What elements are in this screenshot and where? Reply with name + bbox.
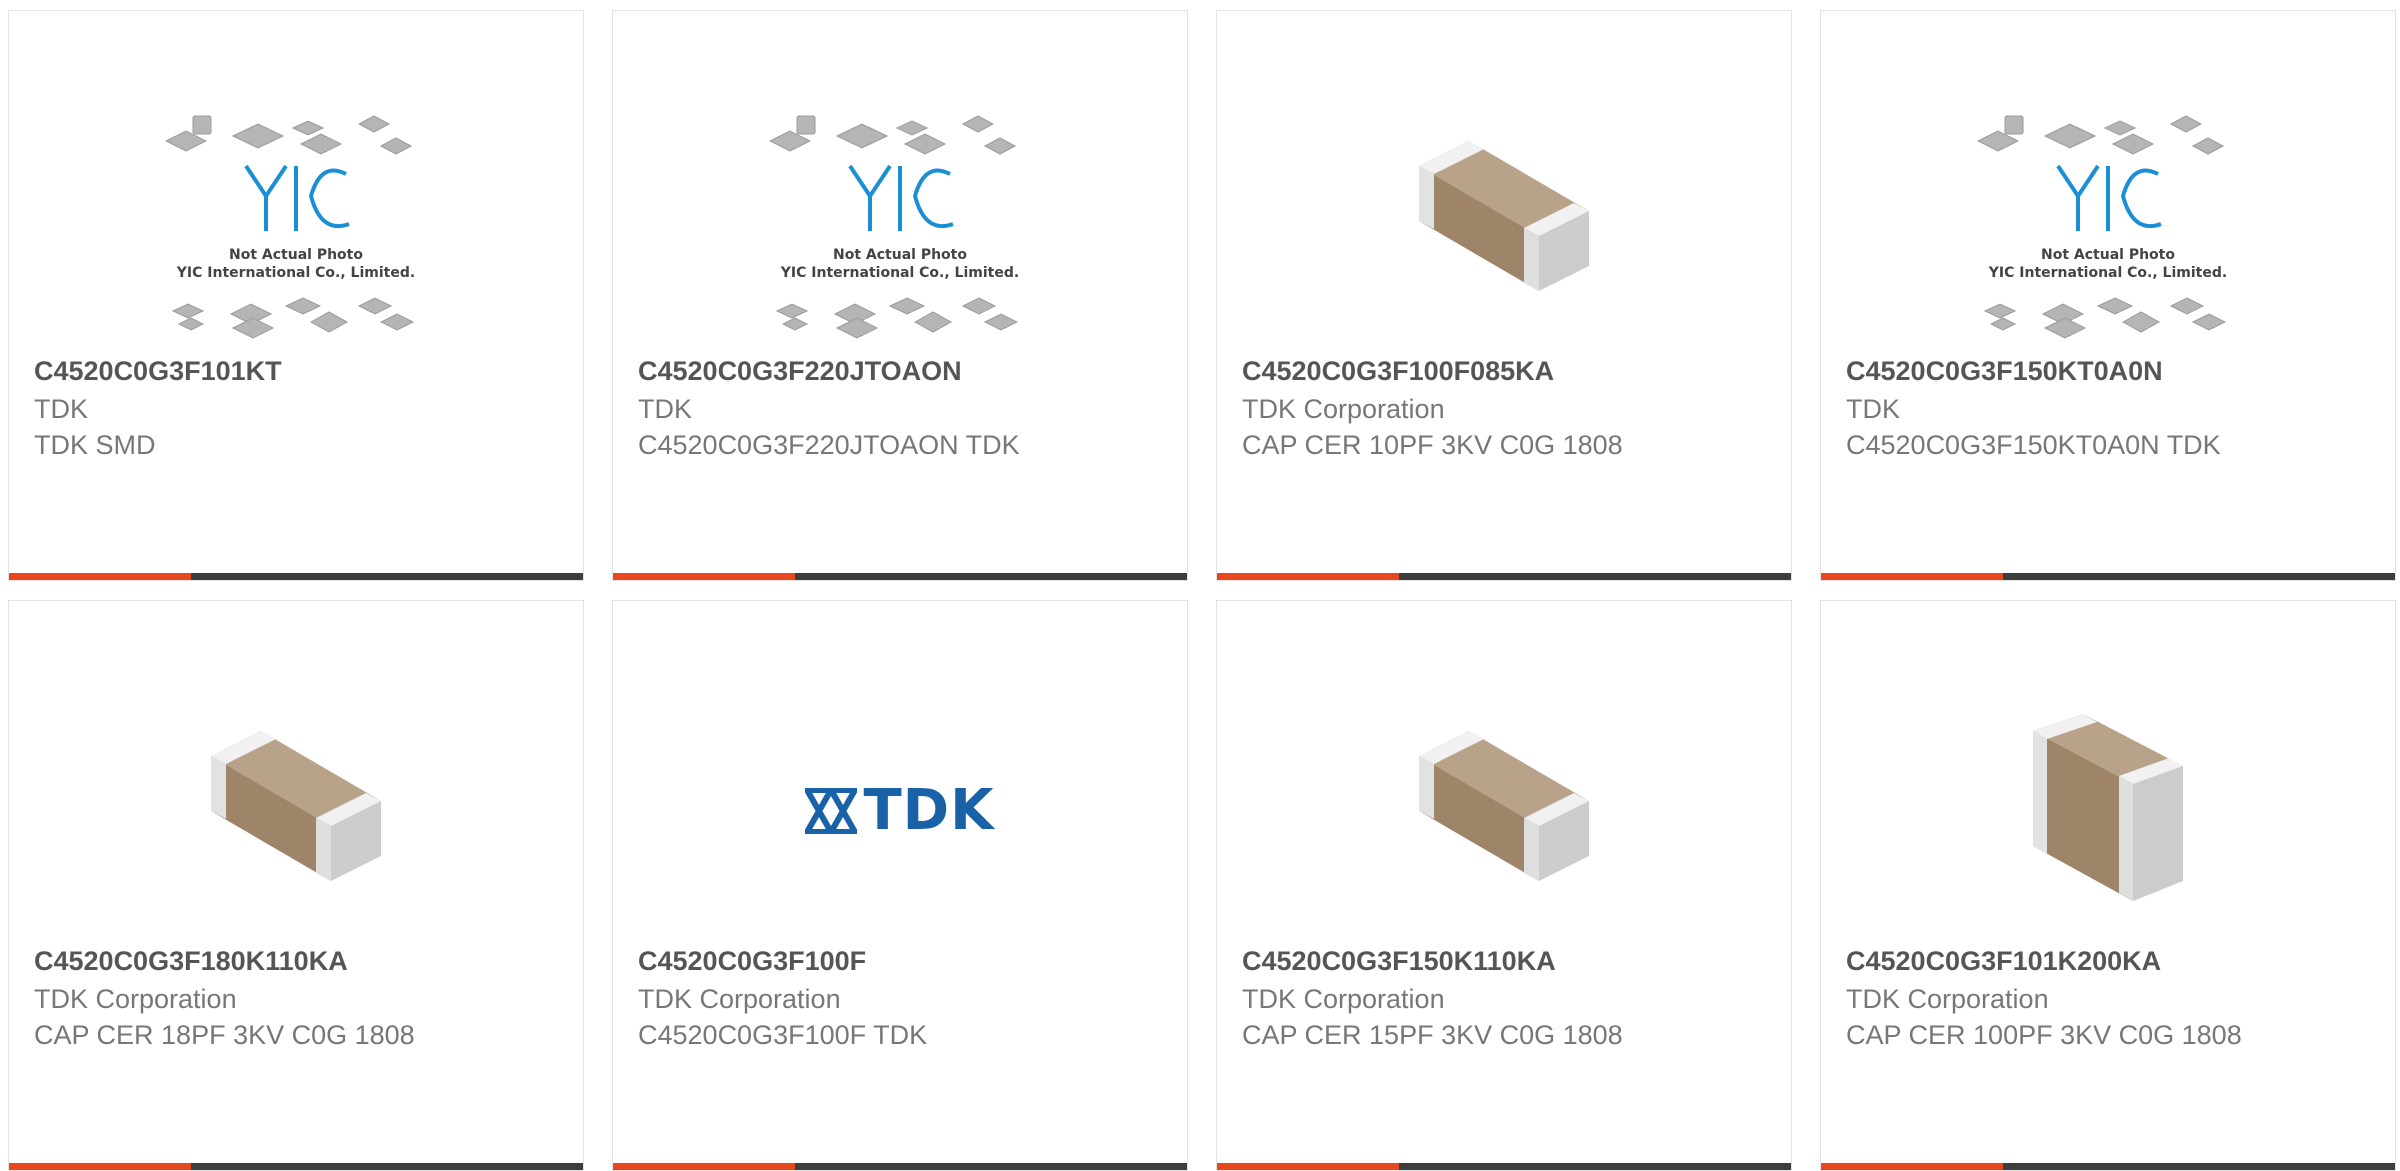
manufacturer: TDK Corporation: [1242, 394, 1445, 424]
placeholder-caption-line1: Not Actual Photo: [229, 247, 363, 263]
manufacturer: TDK: [34, 394, 88, 424]
description: CAP CER 100PF 3KV C0G 1808: [1846, 1020, 2242, 1050]
placeholder-caption-line2: YIC International Co., Limited.: [176, 265, 415, 281]
tdk-symbol-icon: [805, 788, 858, 834]
card-accent-bar: [613, 573, 1187, 580]
part-number[interactable]: C4520C0G3F101KT: [34, 356, 282, 387]
product-image[interactable]: TDK: [613, 676, 1187, 946]
product-card[interactable]: Not Actual Photo YIC International Co., …: [1820, 10, 2396, 581]
part-number[interactable]: C4520C0G3F220JTOAON: [638, 356, 962, 387]
description: C4520C0G3F220JTOAON TDK: [638, 430, 1020, 460]
product-image[interactable]: Not Actual Photo YIC International Co., …: [1821, 86, 2395, 356]
tdk-logo-text: TDK: [863, 778, 995, 843]
product-card[interactable]: C4520C0G3F150K110KA TDK Corporation CAP …: [1216, 600, 1792, 1171]
yic-placeholder-image: Not Actual Photo YIC International Co., …: [1976, 115, 2227, 339]
description: TDK SMD: [34, 430, 156, 460]
description: C4520C0G3F100F TDK: [638, 1020, 928, 1050]
product-image[interactable]: Not Actual Photo YIC International Co., …: [9, 86, 583, 356]
card-accent-bar: [9, 573, 583, 580]
part-number[interactable]: C4520C0G3F150K110KA: [1242, 946, 1556, 977]
capacitor-chip-image: [211, 731, 381, 881]
description: CAP CER 10PF 3KV C0G 1808: [1242, 430, 1623, 460]
product-card[interactable]: C4520C0G3F101K200KA TDK Corporation CAP …: [1820, 600, 2396, 1171]
placeholder-caption-line1: Not Actual Photo: [833, 247, 967, 263]
part-number[interactable]: C4520C0G3F100F: [638, 946, 866, 977]
manufacturer: TDK Corporation: [34, 984, 237, 1014]
product-card[interactable]: C4520C0G3F100F085KA TDK Corporation CAP …: [1216, 10, 1792, 581]
description: CAP CER 15PF 3KV C0G 1808: [1242, 1020, 1623, 1050]
product-card[interactable]: TDK C4520C0G3F100F TDK Corporation C4520…: [612, 600, 1188, 1171]
product-image[interactable]: [1217, 86, 1791, 356]
capacitor-chip-image: [1419, 731, 1589, 881]
product-image[interactable]: [1217, 676, 1791, 946]
part-number[interactable]: C4520C0G3F150KT0A0N: [1846, 356, 2163, 387]
product-image[interactable]: [1821, 676, 2395, 946]
part-number[interactable]: C4520C0G3F101K200KA: [1846, 946, 2161, 977]
tdk-logo: TDK: [805, 783, 994, 839]
yic-placeholder-image: Not Actual Photo YIC International Co., …: [768, 115, 1019, 339]
placeholder-caption-line1: Not Actual Photo: [2041, 247, 2175, 263]
card-accent-bar: [1217, 573, 1791, 580]
product-image[interactable]: [9, 676, 583, 946]
product-image[interactable]: Not Actual Photo YIC International Co., …: [613, 86, 1187, 356]
manufacturer: TDK: [638, 394, 692, 424]
product-card[interactable]: Not Actual Photo YIC International Co., …: [8, 10, 584, 581]
manufacturer: TDK Corporation: [638, 984, 841, 1014]
manufacturer: TDK Corporation: [1846, 984, 2049, 1014]
capacitor-chip-image: [2033, 714, 2183, 901]
placeholder-caption-line2: YIC International Co., Limited.: [1988, 265, 2227, 281]
part-number[interactable]: C4520C0G3F100F085KA: [1242, 356, 1554, 387]
yic-placeholder-image: Not Actual Photo YIC International Co., …: [164, 115, 415, 339]
card-accent-bar: [1821, 573, 2395, 580]
capacitor-chip-image: [1419, 141, 1589, 291]
manufacturer: TDK Corporation: [1242, 984, 1445, 1014]
manufacturer: TDK: [1846, 394, 1900, 424]
placeholder-caption-line2: YIC International Co., Limited.: [780, 265, 1019, 281]
product-card[interactable]: C4520C0G3F180K110KA TDK Corporation CAP …: [8, 600, 584, 1171]
part-number[interactable]: C4520C0G3F180K110KA: [34, 946, 348, 977]
description: CAP CER 18PF 3KV C0G 1808: [34, 1020, 415, 1050]
product-card[interactable]: Not Actual Photo YIC International Co., …: [612, 10, 1188, 581]
description: C4520C0G3F150KT0A0N TDK: [1846, 430, 2221, 460]
